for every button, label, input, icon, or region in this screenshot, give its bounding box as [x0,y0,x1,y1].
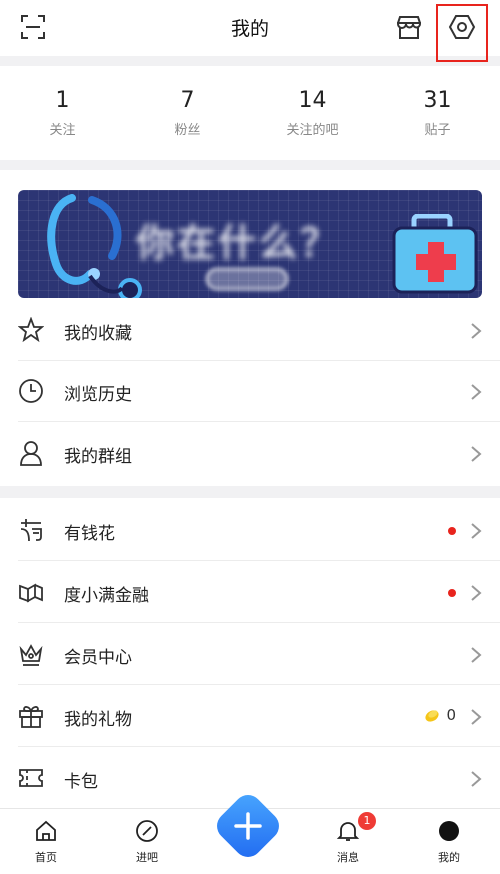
tab-mine[interactable]: 我的 [419,819,479,865]
page-title: 我的 [230,18,269,40]
chevron-right-icon [471,647,482,663]
menu-item-vip-center[interactable]: 会员中心 [0,624,500,685]
menu-item-label: 有钱花 [64,524,115,544]
stat-following[interactable]: 1 关注 [0,66,125,160]
stat-label: 粉丝 [174,123,201,138]
divider [18,560,500,561]
banner-button-blurred [206,268,288,290]
clock-icon [19,379,43,403]
divider [18,746,500,747]
user-icon [20,441,42,466]
menu-item-favorites[interactable]: 我的收藏 [0,300,500,361]
bell-icon [336,822,360,841]
money-icon [20,519,42,542]
stat-posts[interactable]: 31 贴子 [375,66,500,160]
ticket-icon [19,769,43,787]
menu-card-2: 有钱花 度小满金融 会员中心 我的礼物 0 卡包 [0,498,500,809]
header-bar: 我的 [0,0,500,62]
menu-item-label: 卡包 [64,772,98,792]
menu-item-label: 浏览历史 [64,385,132,405]
settings-highlight-box [436,4,488,62]
banner-headline-blurred: 你在什么？ [136,221,342,265]
medical-kit-icon [392,214,478,294]
stat-followed-bars[interactable]: 14 关注的吧 [250,66,375,160]
gift-icon [19,706,43,728]
stethoscope-icon [47,194,142,298]
home-icon [36,820,56,841]
menu-item-gifts[interactable]: 我的礼物 0 [0,686,500,747]
menu-item-youqianhua[interactable]: 有钱花 [0,500,500,561]
divider [18,622,500,623]
tab-enter-bar[interactable]: 进吧 [117,819,177,865]
post-plus-button[interactable] [214,792,282,860]
menu-card-1: 你在什么？ 我的收藏 浏览历史 我的群组 [0,170,500,486]
gift-coins: 0 [424,706,456,724]
menu-item-label: 我的收藏 [64,324,132,344]
coin-icon [425,710,440,722]
stat-label: 关注的吧 [286,123,339,138]
menu-item-label: 会员中心 [64,648,132,668]
message-badge: 1 [358,812,376,830]
menu-item-label: 我的礼物 [64,710,132,730]
chevron-right-icon [471,771,482,787]
notification-dot [448,527,456,535]
divider [18,421,500,422]
compass-icon [136,820,158,842]
stat-label: 关注 [49,123,76,138]
chevron-right-icon [471,709,482,725]
crown-icon [19,644,43,666]
menu-item-history[interactable]: 浏览历史 [0,361,500,422]
chevron-right-icon [471,323,482,339]
tab-label: 进吧 [136,851,158,864]
tab-label: 我的 [438,851,460,864]
stat-num: 7 [180,88,195,113]
tab-home[interactable]: 首页 [16,819,76,865]
chevron-right-icon [471,523,482,539]
avatar-icon [439,821,459,841]
notification-dot [448,589,456,597]
stats-row: 1 关注 7 粉丝 14 关注的吧 31 贴子 [0,66,500,160]
store-icon[interactable] [394,12,424,42]
menu-item-groups[interactable]: 我的群组 [0,423,500,484]
chevron-right-icon [471,446,482,462]
stat-fans[interactable]: 7 粉丝 [125,66,250,160]
stat-num: 31 [423,88,452,113]
stat-num: 1 [55,88,70,113]
stat-num: 14 [298,88,327,113]
menu-item-label: 我的群组 [64,447,132,467]
coin-count: 0 [446,706,456,724]
star-icon [18,317,44,343]
stat-label: 贴子 [424,123,451,138]
tab-label: 首页 [35,851,57,864]
divider [18,684,500,685]
chevron-right-icon [471,384,482,400]
finance-icon [19,583,43,603]
promo-banner[interactable]: 你在什么？ [18,190,482,298]
menu-item-duxiaoman[interactable]: 度小满金融 [0,562,500,623]
chevron-right-icon [471,585,482,601]
menu-item-label: 度小满金融 [64,586,149,606]
tab-label: 消息 [337,851,359,864]
